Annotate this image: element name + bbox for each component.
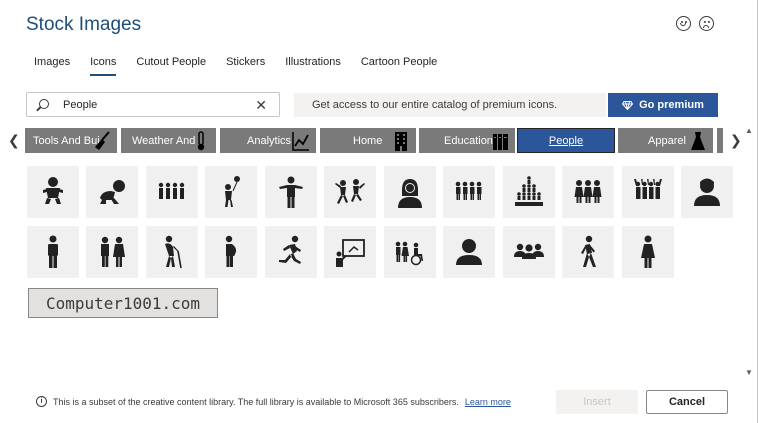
watermark: Computer1001.com xyxy=(28,288,218,318)
icon-tile-pregnant-woman[interactable] xyxy=(205,226,257,278)
category-label: Weather And xyxy=(132,134,196,147)
pregnant-woman-icon xyxy=(225,235,237,267)
icon-tile-crowd-pyramid[interactable] xyxy=(503,166,555,218)
dialog-title: Stock Images xyxy=(26,14,142,35)
icon-tile-user-avatar[interactable] xyxy=(681,166,733,218)
users-group-icon xyxy=(514,243,544,259)
category-education[interactable]: Education xyxy=(419,128,515,153)
icon-tile-elderly-person[interactable] xyxy=(146,226,198,278)
go-premium-button[interactable]: Go premium xyxy=(608,93,718,117)
family-group-icon xyxy=(158,182,185,199)
info-icon: i xyxy=(36,396,47,407)
tab-cartoon-people[interactable]: Cartoon People xyxy=(361,56,437,74)
presenter-icon xyxy=(336,239,365,267)
category-tools-and-building[interactable]: Tools And Bui xyxy=(25,128,117,153)
tab-cutout-people[interactable]: Cutout People xyxy=(136,56,206,74)
category-label: Home xyxy=(353,134,383,147)
icon-tile-dancing-people[interactable] xyxy=(324,166,376,218)
user-avatar-icon xyxy=(694,178,720,206)
man-and-woman-icon xyxy=(101,236,125,267)
crawling-baby-icon xyxy=(100,180,125,204)
category-analytics[interactable]: Analytics xyxy=(220,128,316,153)
learn-more-link[interactable]: Learn more xyxy=(465,397,511,407)
icon-tile-crawling-baby[interactable] xyxy=(86,166,138,218)
building-icon xyxy=(395,132,407,151)
icon-tile-user[interactable] xyxy=(443,226,495,278)
walking-person-icon xyxy=(581,235,596,267)
woman-headset-icon xyxy=(398,179,422,208)
category-apparel[interactable]: Apparel xyxy=(618,128,713,153)
icon-tile-child-with-balloon[interactable] xyxy=(205,166,257,218)
dancing-people-icon xyxy=(335,179,365,204)
running-person-icon xyxy=(279,235,301,264)
tab-images[interactable]: Images xyxy=(34,56,70,74)
carousel-prev-icon[interactable]: ❮ xyxy=(8,132,20,149)
icon-tile-family-wheelchair[interactable] xyxy=(384,226,436,278)
icon-tile-man[interactable] xyxy=(27,226,79,278)
group-of-people-icon xyxy=(455,181,482,200)
tab-icons[interactable]: Icons xyxy=(90,56,117,76)
tab-stickers[interactable]: Stickers xyxy=(226,56,265,74)
man-icon xyxy=(48,235,58,268)
icon-tile-man-and-woman[interactable] xyxy=(86,226,138,278)
category-carousel: ❮ Tools And Bui Weather And Analytics Ho… xyxy=(0,128,758,154)
category-label: Analytics xyxy=(247,134,292,147)
premium-promo-text: Get access to our entire catalog of prem… xyxy=(294,93,606,117)
icon-tile-baby[interactable] xyxy=(27,166,79,218)
thermometer-icon xyxy=(197,131,205,151)
icon-tile-woman[interactable] xyxy=(622,226,674,278)
footer-info-text: This is a subset of the creative content… xyxy=(53,396,459,407)
icon-tile-group-of-people[interactable] xyxy=(443,166,495,218)
category-label: Tools And Bui xyxy=(33,134,100,147)
category-home[interactable]: Home xyxy=(320,128,416,153)
diamond-icon xyxy=(622,100,634,110)
feedback-group xyxy=(676,16,714,31)
books-icon xyxy=(493,134,508,150)
go-premium-label: Go premium xyxy=(639,99,704,111)
category-people[interactable]: People xyxy=(517,128,615,153)
insert-button[interactable]: Insert xyxy=(556,390,638,414)
frown-feedback-icon[interactable] xyxy=(699,16,714,31)
child-with-balloon-icon xyxy=(225,176,240,207)
man-pointing-icon xyxy=(279,176,303,208)
broom-icon xyxy=(95,131,110,150)
crowd-pyramid-icon xyxy=(515,176,543,206)
category-partial[interactable] xyxy=(717,128,723,153)
icon-tile-woman-headset[interactable] xyxy=(384,166,436,218)
icon-tile-man-pointing[interactable] xyxy=(265,166,317,218)
cheering-crowd-icon xyxy=(634,179,662,199)
stock-images-dialog: Stock Images Images Icons Cutout People … xyxy=(0,0,758,423)
search-icon xyxy=(39,99,49,109)
elderly-person-with-cane-icon xyxy=(165,235,182,269)
women-group-icon xyxy=(574,180,602,203)
tab-illustrations[interactable]: Illustrations xyxy=(285,56,341,74)
search-input[interactable] xyxy=(63,96,243,114)
search-box: ✕ xyxy=(26,92,280,117)
user-icon xyxy=(456,239,482,265)
category-label: People xyxy=(548,134,584,147)
scroll-down-icon[interactable]: ▼ xyxy=(745,368,753,377)
icon-tile-presenter[interactable] xyxy=(324,226,376,278)
icon-tile-users-group[interactable] xyxy=(503,226,555,278)
icon-tile-family-group[interactable] xyxy=(146,166,198,218)
footer-info: i This is a subset of the creative conte… xyxy=(36,396,511,407)
carousel-next-icon[interactable]: ❯ xyxy=(730,132,742,149)
woman-icon xyxy=(641,235,655,268)
cancel-button[interactable]: Cancel xyxy=(646,390,728,414)
tab-bar: Images Icons Cutout People Stickers Illu… xyxy=(34,56,457,76)
clear-search-icon[interactable]: ✕ xyxy=(255,97,267,113)
icon-tile-walking-person[interactable] xyxy=(562,226,614,278)
category-label: Apparel xyxy=(648,134,686,147)
category-label: Education xyxy=(444,134,493,147)
icon-tile-running-person[interactable] xyxy=(265,226,317,278)
scroll-up-icon[interactable]: ▲ xyxy=(745,126,753,135)
family-with-wheelchair-icon xyxy=(395,241,423,266)
category-weather-and-seasons[interactable]: Weather And xyxy=(121,128,216,153)
line-chart-icon xyxy=(292,132,309,151)
smile-feedback-icon[interactable] xyxy=(676,16,691,31)
icon-tile-cheering-crowd[interactable] xyxy=(622,166,674,218)
dress-icon xyxy=(691,132,705,150)
baby-icon xyxy=(43,177,63,204)
icon-tile-women-group[interactable] xyxy=(562,166,614,218)
